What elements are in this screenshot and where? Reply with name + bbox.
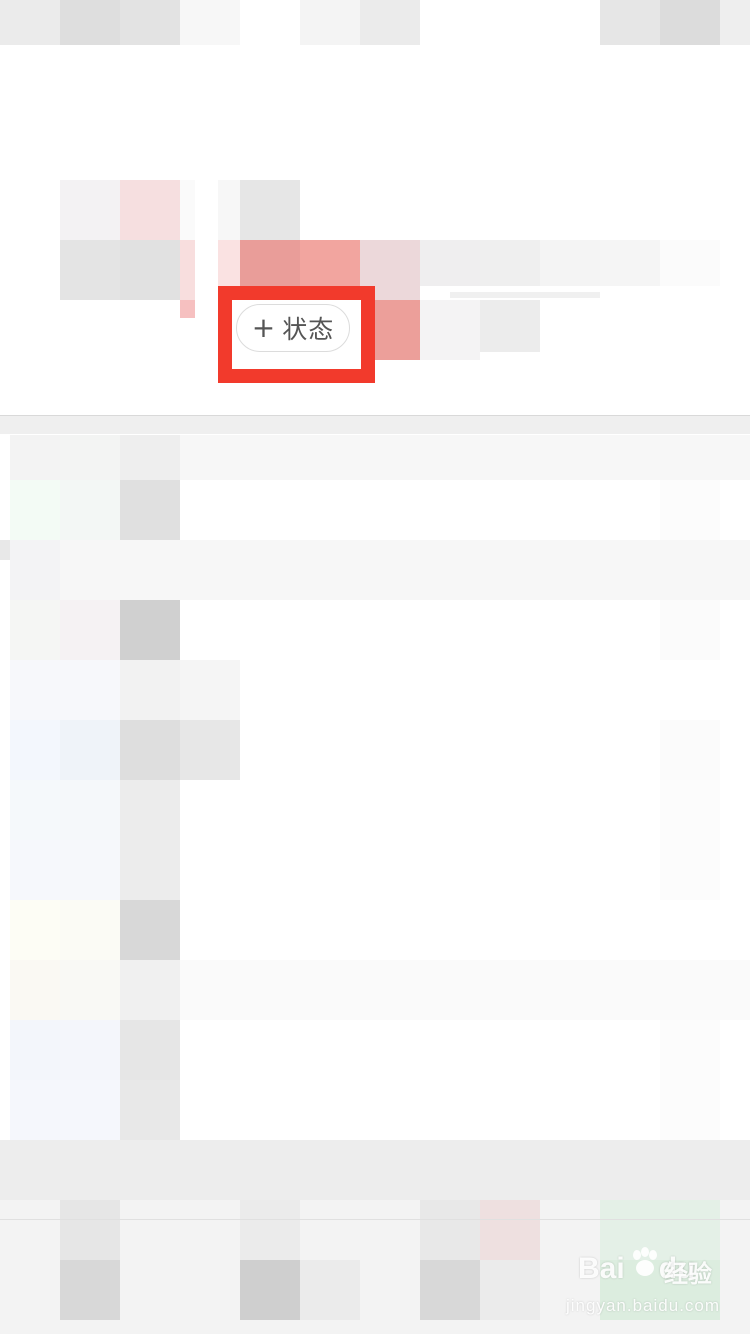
blur-tile xyxy=(720,0,750,45)
blur-tile xyxy=(10,1080,60,1140)
blur-tile xyxy=(180,720,240,780)
blur-tile xyxy=(60,1260,120,1320)
blur-tile xyxy=(660,240,720,286)
blur-tile xyxy=(60,960,120,1020)
blur-tile xyxy=(60,1200,120,1260)
blur-tile xyxy=(10,900,60,960)
blur-tile xyxy=(10,480,60,540)
blur-tile xyxy=(120,480,180,540)
blur-tile xyxy=(0,416,750,434)
blur-tile xyxy=(600,0,660,45)
blur-tile xyxy=(10,960,60,1020)
blur-tile xyxy=(600,240,660,286)
blur-tile xyxy=(120,0,180,45)
blur-tile xyxy=(60,1020,120,1080)
blur-tile xyxy=(480,1200,540,1260)
blur-tile xyxy=(120,1020,180,1080)
section-divider xyxy=(0,415,750,416)
plus-icon: + xyxy=(251,311,277,344)
blur-tile xyxy=(180,960,750,1020)
blur-tile xyxy=(660,0,720,45)
blur-tile xyxy=(375,300,420,360)
blur-tile xyxy=(10,660,60,720)
blur-tile xyxy=(120,1080,180,1140)
blur-tile xyxy=(120,720,180,780)
blur-tile xyxy=(60,780,120,840)
blur-tile xyxy=(120,660,180,720)
blur-tile xyxy=(120,435,180,480)
blur-tile xyxy=(300,240,360,286)
pixelated-content xyxy=(0,0,750,1334)
blur-tile xyxy=(60,900,120,960)
blur-tile xyxy=(60,1080,120,1140)
blur-tile xyxy=(60,480,120,540)
blur-tile xyxy=(660,780,720,900)
blur-tile xyxy=(60,540,750,600)
blur-tile xyxy=(120,240,180,300)
blur-tile xyxy=(218,240,240,286)
blur-tile xyxy=(180,300,195,318)
blur-tile xyxy=(300,0,360,45)
blur-tile xyxy=(420,300,480,360)
section-divider xyxy=(0,1219,750,1220)
blur-tile xyxy=(480,240,540,286)
blur-tile xyxy=(10,600,60,660)
add-status-button[interactable]: + 状态 xyxy=(236,304,350,352)
blur-tile xyxy=(60,435,120,480)
blur-tile xyxy=(660,480,720,540)
blur-tile xyxy=(218,180,240,240)
blur-tile xyxy=(60,0,120,45)
paw-icon xyxy=(633,1247,657,1276)
blur-tile xyxy=(180,180,195,240)
blur-tile xyxy=(60,240,120,300)
blur-tile xyxy=(240,1260,300,1320)
blur-tile xyxy=(10,1020,60,1080)
blur-tile xyxy=(10,780,60,840)
blur-tile xyxy=(60,720,120,780)
blur-tile xyxy=(60,600,120,660)
blur-tile xyxy=(660,720,720,780)
blur-tile xyxy=(0,0,60,45)
blur-tile xyxy=(10,540,60,600)
blur-tile xyxy=(420,1200,480,1260)
blur-tile xyxy=(60,840,120,900)
blur-tile xyxy=(120,840,180,900)
baidu-jingyan-watermark: Bai du 经验 jingyan.baidu.com xyxy=(564,1244,724,1324)
blur-tile xyxy=(300,1260,360,1320)
status-button-label: 状态 xyxy=(282,315,335,344)
blur-tile xyxy=(120,600,180,660)
blur-tile xyxy=(10,435,60,480)
blur-tile xyxy=(180,240,195,300)
blur-tile xyxy=(60,660,120,720)
blur-tile xyxy=(60,180,120,240)
blur-tile xyxy=(120,900,180,960)
blur-tile xyxy=(240,180,300,240)
blur-tile xyxy=(540,240,600,286)
blur-tile xyxy=(120,180,180,240)
blur-tile xyxy=(0,540,10,560)
blur-tile xyxy=(180,0,240,45)
watermark-url: jingyan.baidu.com xyxy=(566,1296,721,1315)
blur-tile xyxy=(660,1020,720,1140)
blur-tile xyxy=(120,960,180,1020)
blur-tile xyxy=(240,1200,300,1260)
blur-tile xyxy=(240,240,300,286)
blur-tile xyxy=(480,1260,540,1320)
blur-tile xyxy=(10,720,60,780)
blur-tile xyxy=(180,660,240,720)
blur-tile xyxy=(10,840,60,900)
blur-tile xyxy=(420,240,480,286)
blur-tile xyxy=(660,600,720,660)
blur-tile xyxy=(480,300,540,352)
blur-tile xyxy=(180,435,750,480)
watermark-brand: 经验 xyxy=(664,1260,712,1288)
blur-tile xyxy=(360,0,420,45)
blur-tile xyxy=(120,780,180,840)
blur-tile xyxy=(420,1260,480,1320)
blur-tile xyxy=(0,1140,750,1200)
blur-tile xyxy=(450,292,600,298)
